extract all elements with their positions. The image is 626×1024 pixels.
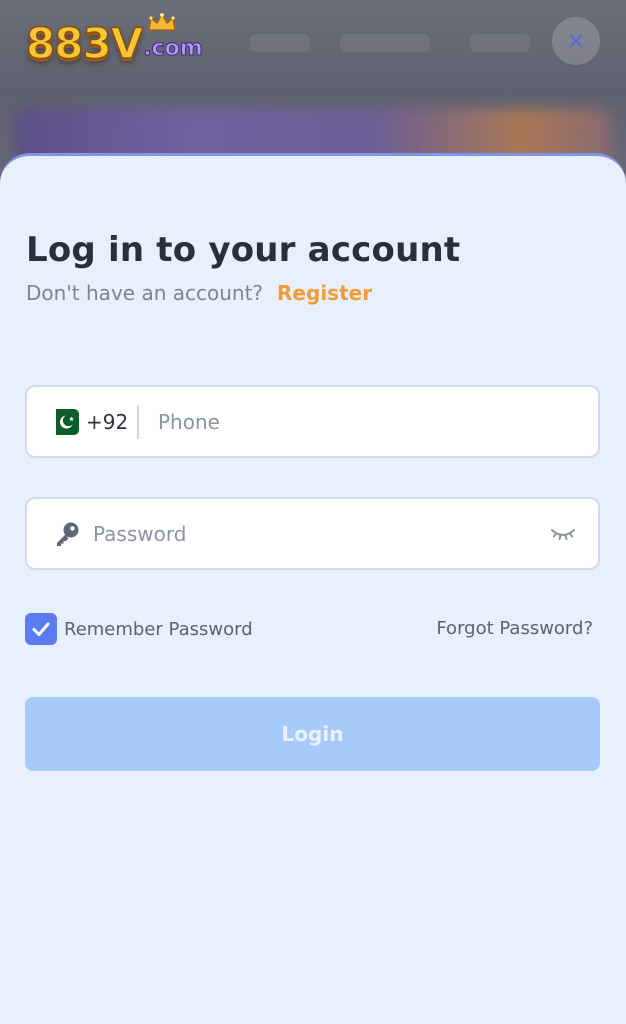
pakistan-flag-icon: [47, 408, 79, 435]
register-prompt: Don't have an account? Register: [26, 278, 372, 308]
phone-input[interactable]: [156, 401, 580, 443]
logo-suffix: .com: [143, 13, 203, 64]
checkbox-checked[interactable]: [25, 613, 57, 645]
remember-password-checkbox[interactable]: Remember Password: [25, 613, 253, 645]
login-sheet: Log in to your account Don't have an acc…: [0, 153, 626, 1024]
country-code-selector[interactable]: +92: [47, 387, 128, 456]
crown-icon: [148, 13, 176, 31]
no-account-text: Don't have an account?: [26, 281, 264, 305]
password-field: [25, 497, 600, 570]
remember-password-label: Remember Password: [64, 618, 253, 640]
dial-code: +92: [86, 409, 129, 434]
phone-field: +92: [25, 385, 600, 458]
checkmark-icon: [32, 622, 50, 636]
password-input[interactable]: [91, 513, 535, 555]
page-title: Log in to your account: [26, 230, 461, 270]
forgot-password-link[interactable]: Forgot Password?: [436, 618, 593, 639]
background-nav-item: [250, 34, 310, 52]
logo-wordmark: 883V: [25, 18, 144, 69]
background-nav-item: [470, 34, 530, 52]
register-link[interactable]: Register: [277, 281, 372, 305]
eye-closed-icon[interactable]: [550, 521, 576, 545]
brand-logo: 883V .com: [25, 13, 203, 70]
key-icon: [57, 522, 79, 546]
field-divider: [137, 405, 139, 439]
close-icon: [569, 34, 583, 48]
close-button[interactable]: [552, 17, 600, 65]
logo-suffix-text: .com: [143, 36, 203, 62]
background-nav-item: [340, 34, 430, 52]
login-button[interactable]: Login: [25, 697, 600, 771]
